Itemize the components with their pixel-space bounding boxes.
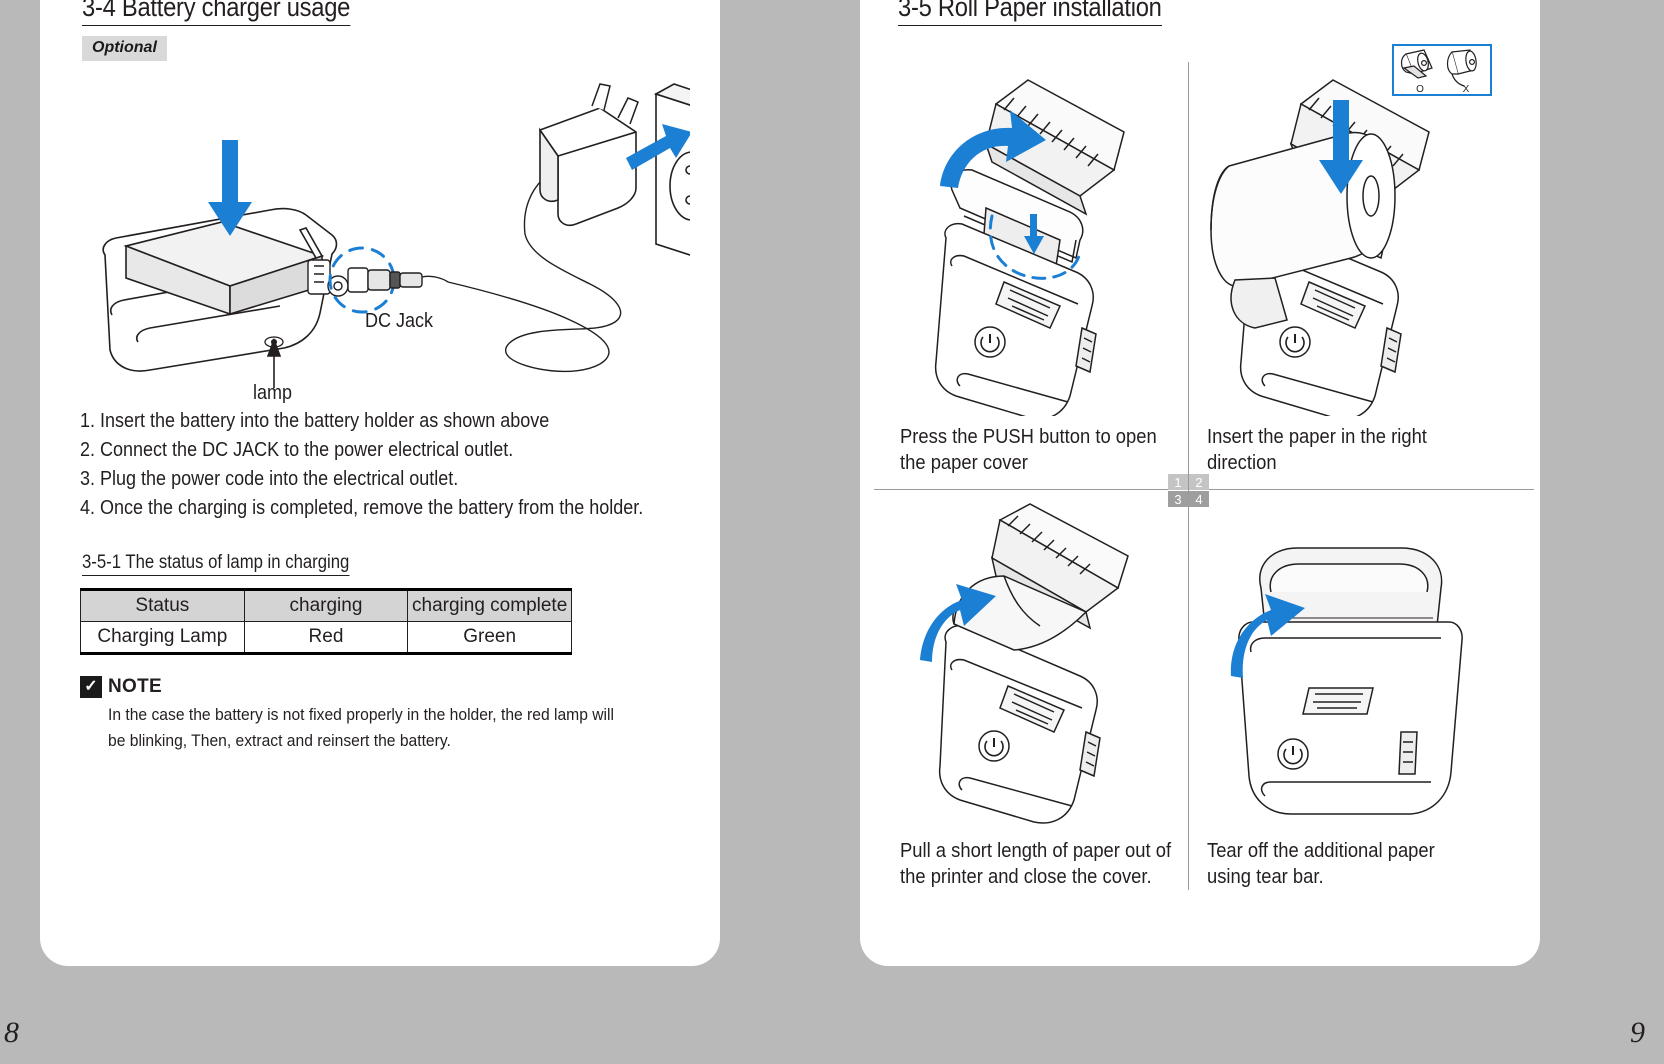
quadrant-cell-2: 2 — [1189, 474, 1209, 490]
table-header-cell: Status — [80, 588, 245, 622]
paper-pull-close-illustration — [900, 500, 1185, 830]
manual-page-spread: 3-4 Battery charger usage Optional DC Ja… — [0, 0, 1664, 1064]
right-section-heading: 3-5 Roll Paper installation — [898, 0, 1198, 26]
optional-badge-wrap: Optional — [82, 36, 167, 61]
note-callout: ✓ NOTE In the case the battery is not fi… — [80, 676, 680, 754]
status-badge: Optional — [82, 36, 167, 61]
step-caption-1: Press the PUSH button to open the paper … — [900, 426, 1157, 474]
table-header-row: Status charging charging complete — [80, 588, 572, 622]
list-item: 4. Once the charging is completed, remov… — [80, 497, 644, 519]
table-row: Charging Lamp Red Green — [80, 621, 572, 655]
table-cell-charging: Red — [243, 621, 409, 655]
step-caption-2: Insert the paper in the right direction — [1207, 426, 1427, 474]
printer-cover-open-illustration — [900, 66, 1185, 416]
note-body-text: In the case the battery is not fixed pro… — [108, 705, 614, 750]
battery-charger-illustration: DC Jack lamp — [70, 70, 690, 404]
step-caption-3: Pull a short length of paper out of the … — [900, 840, 1172, 888]
subsection-title: 3-5-1 The status of lamp in charging — [82, 552, 350, 576]
check-mark-icon: ✓ — [80, 676, 102, 698]
paper-insert-illustration — [1205, 66, 1505, 416]
step-caption-4: Tear off the additional paper using tear… — [1207, 840, 1435, 888]
page-title-right: 3-5 Roll Paper installation — [898, 0, 1162, 26]
list-item: 1. Insert the battery into the battery h… — [80, 410, 550, 432]
lamp-status-table: Status charging charging complete Chargi… — [80, 588, 572, 655]
table-header-cell: charging — [243, 588, 409, 622]
list-item: 3. Plug the power code into the electric… — [80, 468, 459, 490]
table-cell-charging-complete: Green — [407, 621, 572, 655]
quadrant-cell-1: 1 — [1168, 474, 1188, 490]
page-number-left: 8 — [4, 1016, 19, 1049]
note-title: NOTE — [108, 676, 162, 697]
page-title: 3-4 Battery charger usage — [82, 0, 350, 26]
table-cell-label: Charging Lamp — [80, 621, 245, 655]
note-header: ✓ NOTE — [80, 676, 680, 698]
page-number-right: 9 — [1630, 1016, 1645, 1049]
figure-label-lamp: lamp — [253, 382, 293, 404]
figure-label-dc-jack: DC Jack — [365, 310, 434, 332]
table-header-cell: charging complete — [407, 588, 572, 622]
left-subsection-heading: 3-5-1 The status of lamp in charging — [82, 552, 386, 576]
instruction-step-list: 1. Insert the battery into the battery h… — [80, 407, 706, 523]
tear-off-paper-illustration — [1205, 500, 1505, 830]
list-item: 2. Connect the DC JACK to the power elec… — [80, 439, 514, 461]
left-section-heading: 3-4 Battery charger usage — [82, 0, 387, 26]
